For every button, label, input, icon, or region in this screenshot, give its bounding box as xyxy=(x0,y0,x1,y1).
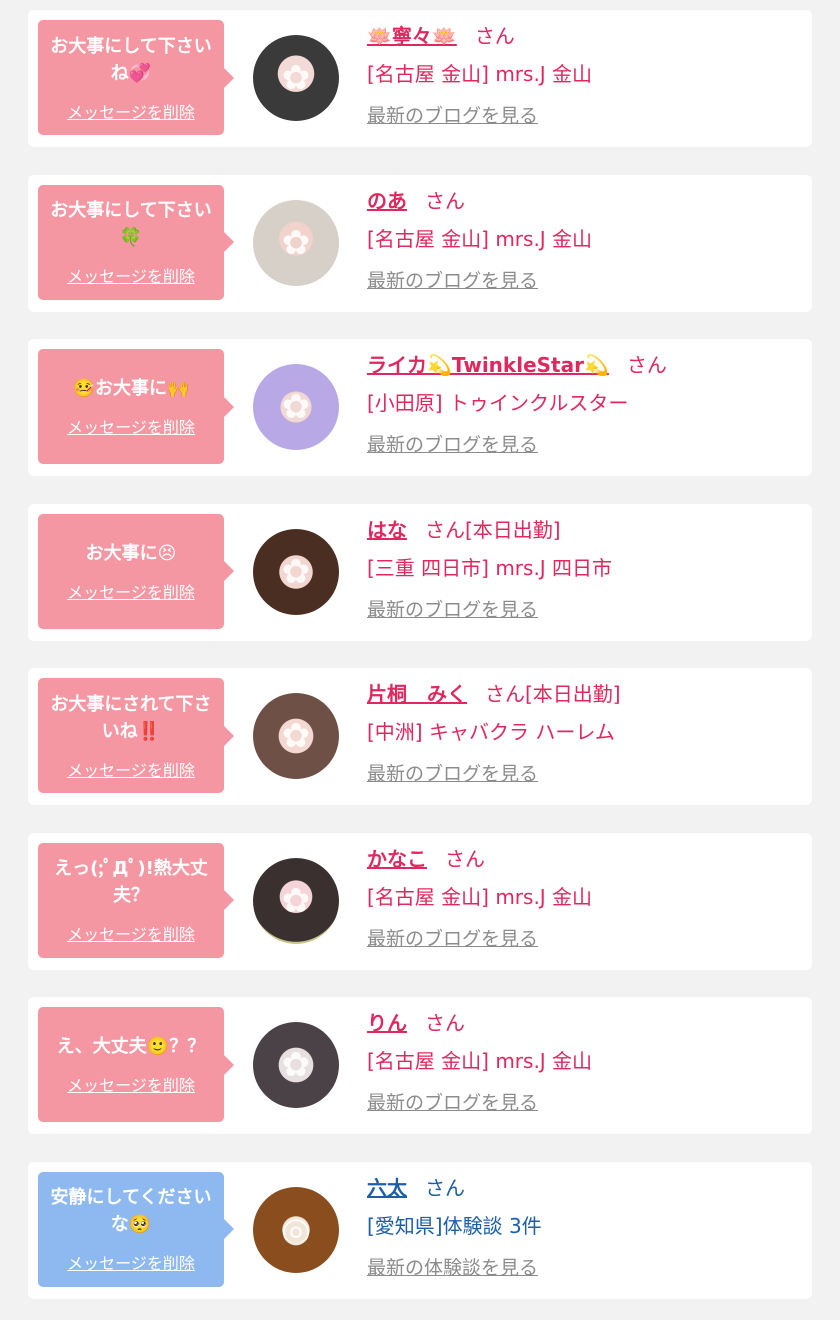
latest-post-link[interactable]: 最新の体験談を見る xyxy=(367,1246,797,1290)
message-text: え、大丈夫🙂？？ xyxy=(56,1036,206,1057)
honorific-suffix: さん[本日出勤] xyxy=(485,682,621,706)
profile-info: 六太 さん [愛知県]体験談 3件 最新の体験談を見る xyxy=(367,1170,797,1290)
latest-post-link[interactable]: 最新のブログを見る xyxy=(367,94,797,138)
profile-name-link[interactable]: かなこ xyxy=(367,847,427,871)
honorific-suffix: さん xyxy=(425,1011,465,1035)
latest-post-link[interactable]: 最新のブログを見る xyxy=(367,588,797,632)
shop-label: [名古屋 金山] mrs.J 金山 xyxy=(367,884,593,909)
message-bubble: 安静にしてくださいな🥺 メッセージを削除 xyxy=(38,1171,234,1287)
name-line: 片桐 みく さん[本日出勤] xyxy=(367,676,797,712)
latest-post-link[interactable]: 最新のブログを見る xyxy=(367,1081,797,1125)
message-bubble: お大事にして下さいね💞 メッセージを削除 xyxy=(38,20,234,135)
latest-post-link[interactable]: 最新のブログを見る xyxy=(367,259,797,303)
message-bubble: お大事にして下さい🍀 メッセージを削除 xyxy=(38,184,234,300)
profile-name-link[interactable]: 片桐 みく xyxy=(367,682,467,706)
message-text: えっ(;ﾟДﾟ)!熱大丈夫？ xyxy=(54,858,208,906)
woman-photo-icon: ✿ xyxy=(281,58,311,98)
name-line: ライカ💫TwinkleStar💫 さん xyxy=(367,347,797,383)
name-line: のあ さん xyxy=(367,183,797,219)
woman-photo-icon: ✿ xyxy=(281,387,311,427)
latest-post-link[interactable]: 最新のブログを見る xyxy=(367,917,797,961)
shop-label: [愛知県]体験談 3件 xyxy=(367,1213,542,1238)
name-line: りん さん xyxy=(367,1005,797,1041)
avatar[interactable]: ✿ xyxy=(253,35,339,121)
honorific-suffix: さん xyxy=(474,24,515,48)
message-bubble: お大事に😣 メッセージを削除 xyxy=(38,513,234,629)
delete-message-link[interactable]: メッセージを削除 xyxy=(67,414,195,438)
honorific-suffix: さん xyxy=(425,1175,465,1200)
message-bubble: お大事にされて下さいね‼️ メッセージを削除 xyxy=(38,678,234,793)
latest-post-link[interactable]: 最新のブログを見る xyxy=(367,423,797,467)
name-line: 🪷寧々🪷 さん xyxy=(367,18,797,54)
shop-label: [名古屋 金山] mrs.J 金山 xyxy=(367,226,593,251)
delete-message-link[interactable]: メッセージを削除 xyxy=(67,579,195,603)
message-text: お大事に😣 xyxy=(85,542,177,564)
woman-photo-icon: ✿ xyxy=(281,551,311,592)
profile-name-link[interactable]: はな xyxy=(367,518,407,542)
shop-label: [名古屋 金山] mrs.J 金山 xyxy=(367,62,593,86)
avatar[interactable]: ✿ xyxy=(253,364,339,450)
message-text: お大事にして下さい🍀 xyxy=(50,200,212,248)
message-card: お大事にされて下さいね‼️ メッセージを削除 ✿ 片桐 みく さん[本日出勤] [… xyxy=(28,668,812,805)
honorific-suffix: さん xyxy=(425,188,465,213)
shop-label: [中洲] キャバクラ ハーレム xyxy=(367,720,615,744)
avatar[interactable]: ✿ xyxy=(253,528,339,615)
name-line: はな さん[本日出勤] xyxy=(367,512,797,548)
shop-label: [三重 四日市] mrs.J 四日市 xyxy=(367,555,613,580)
message-card: えっ(;ﾟДﾟ)!熱大丈夫？ メッセージを削除 ✿ かなこ さん [名古屋 金山]… xyxy=(28,832,812,970)
profile-info: はな さん[本日出勤] [三重 四日市] mrs.J 四日市 最新のブログを見る xyxy=(367,512,797,632)
avatar[interactable]: ✿ xyxy=(253,857,339,944)
profile-info: ライカ💫TwinkleStar💫 さん [小田原] トゥインクルスター 最新のブロ… xyxy=(367,347,797,467)
food-photo-icon: ◎ xyxy=(281,1209,311,1250)
avatar[interactable]: ✿ xyxy=(253,1022,339,1108)
message-card: お大事にして下さい🍀 メッセージを削除 ✿ のあ さん [名古屋 金山] mrs.… xyxy=(28,174,812,312)
avatar[interactable]: ✿ xyxy=(253,199,339,286)
message-text: 🤒お大事に🙌 xyxy=(72,378,190,399)
woman-photo-icon: ✿ xyxy=(281,1045,311,1085)
delete-message-link[interactable]: メッセージを削除 xyxy=(67,921,195,945)
avatar[interactable]: ◎ xyxy=(253,1186,339,1273)
message-list: お大事にして下さいね💞 メッセージを削除 ✿ 🪷寧々🪷 さん [名古屋 金山] m… xyxy=(0,0,840,1320)
profile-name-link[interactable]: りん xyxy=(367,1011,407,1035)
profile-name-link[interactable]: ライカ💫TwinkleStar💫 xyxy=(367,353,609,377)
name-line: 六太 さん xyxy=(367,1170,797,1206)
message-card: お大事に😣 メッセージを削除 ✿ はな さん[本日出勤] [三重 四日市] mrs… xyxy=(28,503,812,641)
message-card: お大事にして下さいね💞 メッセージを削除 ✿ 🪷寧々🪷 さん [名古屋 金山] m… xyxy=(28,10,812,147)
honorific-suffix: さん xyxy=(445,846,485,871)
message-text: 安静にしてくださいな🥺 xyxy=(50,1187,212,1235)
profile-info: 片桐 みく さん[本日出勤] [中洲] キャバクラ ハーレム 最新のブログを見る xyxy=(367,676,797,796)
profile-info: かなこ さん [名古屋 金山] mrs.J 金山 最新のブログを見る xyxy=(367,841,797,961)
message-card: え、大丈夫🙂？？ メッセージを削除 ✿ りん さん [名古屋 金山] mrs.J … xyxy=(28,997,812,1134)
message-text: お大事にされて下さいね‼️ xyxy=(50,693,212,742)
honorific-suffix: さん[本日出勤] xyxy=(425,517,561,542)
latest-post-link[interactable]: 最新のブログを見る xyxy=(367,752,797,796)
profile-name-link[interactable]: 六太 xyxy=(367,1176,407,1200)
shop-label: [小田原] トゥインクルスター xyxy=(367,391,629,415)
delete-message-link[interactable]: メッセージを削除 xyxy=(67,99,195,123)
message-bubble: え、大丈夫🙂？？ メッセージを削除 xyxy=(38,1007,234,1122)
message-text: お大事にして下さいね💞 xyxy=(50,35,212,84)
message-card: 安静にしてくださいな🥺 メッセージを削除 ◎ 六太 さん [愛知県]体験談 3件 … xyxy=(28,1161,812,1299)
profile-name-link[interactable]: のあ xyxy=(367,189,407,213)
woman-photo-icon: ✿ xyxy=(281,222,311,263)
shop-label: [名古屋 金山] mrs.J 金山 xyxy=(367,1049,593,1073)
delete-message-link[interactable]: メッセージを削除 xyxy=(67,1072,195,1096)
message-bubble: 🤒お大事に🙌 メッセージを削除 xyxy=(38,349,234,464)
profile-info: りん さん [名古屋 金山] mrs.J 金山 最新のブログを見る xyxy=(367,1005,797,1125)
profile-info: のあ さん [名古屋 金山] mrs.J 金山 最新のブログを見る xyxy=(367,183,797,303)
message-card: 🤒お大事に🙌 メッセージを削除 ✿ ライカ💫TwinkleStar💫 さん [小田… xyxy=(28,339,812,476)
name-line: かなこ さん xyxy=(367,841,797,877)
message-bubble: えっ(;ﾟДﾟ)!熱大丈夫？ メッセージを削除 xyxy=(38,842,234,958)
profile-info: 🪷寧々🪷 さん [名古屋 金山] mrs.J 金山 最新のブログを見る xyxy=(367,18,797,138)
delete-message-link[interactable]: メッセージを削除 xyxy=(67,263,195,287)
woman-photo-icon: ✿ xyxy=(281,716,311,756)
avatar[interactable]: ✿ xyxy=(253,693,339,779)
honorific-suffix: さん xyxy=(626,353,667,377)
delete-message-link[interactable]: メッセージを削除 xyxy=(67,757,195,781)
delete-message-link[interactable]: メッセージを削除 xyxy=(67,1250,195,1274)
woman-photo-icon: ✿ xyxy=(281,880,311,921)
profile-name-link[interactable]: 🪷寧々🪷 xyxy=(367,24,457,48)
